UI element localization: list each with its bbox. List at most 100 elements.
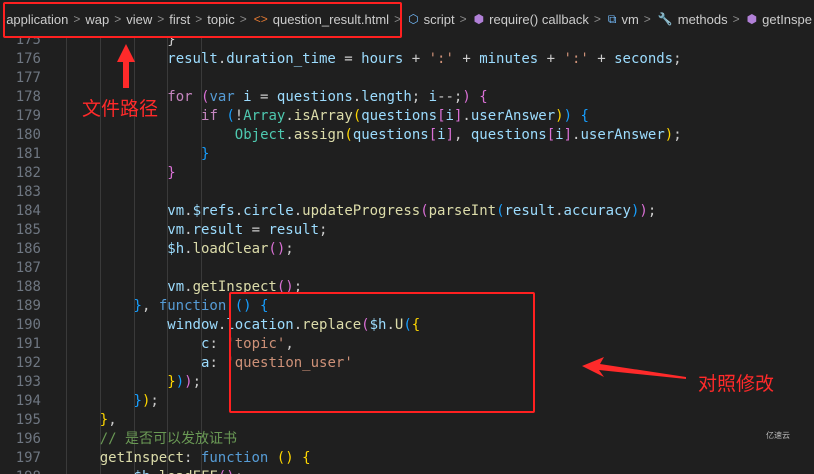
code-token: i	[437, 127, 446, 143]
code-token: updateProgress	[302, 203, 421, 219]
code-line: 195},	[0, 411, 814, 430]
code-token: )	[664, 127, 674, 143]
code-token: parseInt	[428, 203, 497, 219]
breadcrumb-item-getinspe[interactable]: getInspe	[760, 12, 814, 27]
code-token: .	[184, 222, 193, 238]
code-token: ':'	[563, 51, 589, 67]
line-number: 178	[15, 89, 41, 105]
code-token: $h	[134, 469, 151, 474]
code-text[interactable]: $h.loadClear();	[167, 240, 293, 259]
wrench-symbol-icon: 🔧	[657, 12, 673, 26]
code-text[interactable]: Object.assign(questions[i], questions[i]…	[235, 126, 682, 145]
code-token: isArray	[293, 108, 353, 124]
breadcrumb-item-require-callback[interactable]: require() callback	[487, 12, 591, 27]
code-token: function	[200, 450, 269, 466]
code-token: }	[167, 374, 176, 390]
code-token: vm	[167, 222, 185, 238]
code-token: .	[184, 203, 193, 219]
code-token: result	[192, 222, 244, 238]
code-token: userAnswer	[470, 108, 556, 124]
line-number: 184	[15, 203, 41, 219]
watermark: 亿速云	[766, 431, 790, 440]
function-symbol-icon: ⬢	[473, 12, 485, 26]
code-token: .	[293, 203, 303, 219]
code-token: ]	[445, 127, 454, 143]
code-token: .	[150, 469, 158, 474]
code-token: function	[158, 298, 227, 314]
code-token: ;	[673, 51, 682, 67]
code-token: }	[99, 412, 109, 428]
code-token: duration_time	[226, 51, 336, 67]
code-text[interactable]: for (var i = questions.length; i--;) {	[167, 88, 487, 107]
code-token: [	[437, 108, 446, 124]
code-token: ()	[218, 469, 235, 474]
line-number: 198	[0, 468, 41, 474]
line-number: 175	[15, 38, 41, 48]
line-number: 193	[15, 374, 41, 390]
code-token: ()	[268, 241, 286, 257]
code-token: (	[420, 203, 429, 219]
code-line: 182}	[0, 164, 814, 183]
code-token: }	[167, 165, 176, 181]
line-number: 185	[15, 222, 41, 238]
code-line: 180 Object.assign(questions[i], questions…	[0, 126, 814, 145]
code-token: assign	[293, 127, 345, 143]
code-token: +	[588, 51, 615, 67]
code-text[interactable]: }	[167, 38, 175, 50]
code-token: $h	[167, 241, 185, 257]
code-token: .	[285, 127, 294, 143]
code-token: minutes	[479, 51, 539, 67]
left-arrow-icon	[582, 357, 686, 379]
code-line: 186 $h.loadClear();	[0, 240, 814, 259]
breadcrumb-item-vm[interactable]: vm	[619, 12, 640, 27]
code-text[interactable]: }));	[167, 373, 201, 392]
code-token: ;	[411, 89, 429, 105]
code-token: =	[251, 89, 277, 105]
code-token: .	[184, 241, 193, 257]
line-number: 176	[15, 51, 41, 67]
code-text[interactable]: result.duration_time = hours + ':' + min…	[167, 50, 681, 69]
code-token: }	[201, 146, 210, 162]
breadcrumb-item-methods[interactable]: methods	[676, 12, 730, 27]
code-text[interactable]: }	[167, 164, 175, 183]
up-arrow-icon	[117, 44, 135, 88]
code-token: .	[184, 279, 193, 295]
code-token: result	[167, 51, 218, 67]
code-token: userAnswer	[580, 127, 665, 143]
variable-symbol-icon: ⧉	[607, 11, 617, 26]
code-token: .	[285, 108, 294, 124]
line-number: 186	[15, 241, 41, 257]
code-token: // 是否可以发放证书	[99, 431, 238, 447]
code-token: ,	[108, 412, 117, 428]
line-number: 177	[15, 70, 41, 86]
code-text[interactable]: if (!Array.isArray(questions[i].userAnsw…	[201, 107, 589, 126]
chevron-right-icon: >	[643, 12, 651, 26]
code-token: ;	[235, 469, 243, 474]
breadcrumb-item-script[interactable]: script	[422, 12, 457, 27]
code-token: if	[201, 108, 218, 124]
code-token: ,	[141, 298, 159, 314]
line-number: 188	[15, 279, 41, 295]
code-line: 197 getInspect: function () {	[0, 449, 814, 468]
code-token: }	[133, 298, 142, 314]
code-text[interactable]: getInspect: function () {	[100, 449, 311, 468]
code-token: ;	[150, 393, 159, 409]
code-text[interactable]: vm.result = result;	[167, 221, 327, 240]
code-token: )	[563, 108, 573, 124]
code-text[interactable]: $h.loadFFF();	[134, 468, 244, 474]
code-token: questions	[361, 108, 438, 124]
line-number: 190	[15, 317, 41, 333]
code-text[interactable]: },	[100, 411, 117, 430]
code-text[interactable]: vm.$refs.circle.updateProgress(parseInt(…	[167, 202, 656, 221]
code-text[interactable]: // 是否可以发放证书	[100, 430, 237, 449]
code-token: .	[462, 108, 471, 124]
code-token: )	[555, 108, 564, 124]
code-token: loadClear	[192, 241, 269, 257]
code-token: !	[234, 108, 244, 124]
line-number: 194	[15, 393, 41, 409]
method-symbol-icon: ⬢	[746, 12, 758, 26]
code-text[interactable]: });	[134, 392, 159, 411]
code-text[interactable]: }	[201, 145, 209, 164]
code-token: =	[243, 222, 269, 238]
